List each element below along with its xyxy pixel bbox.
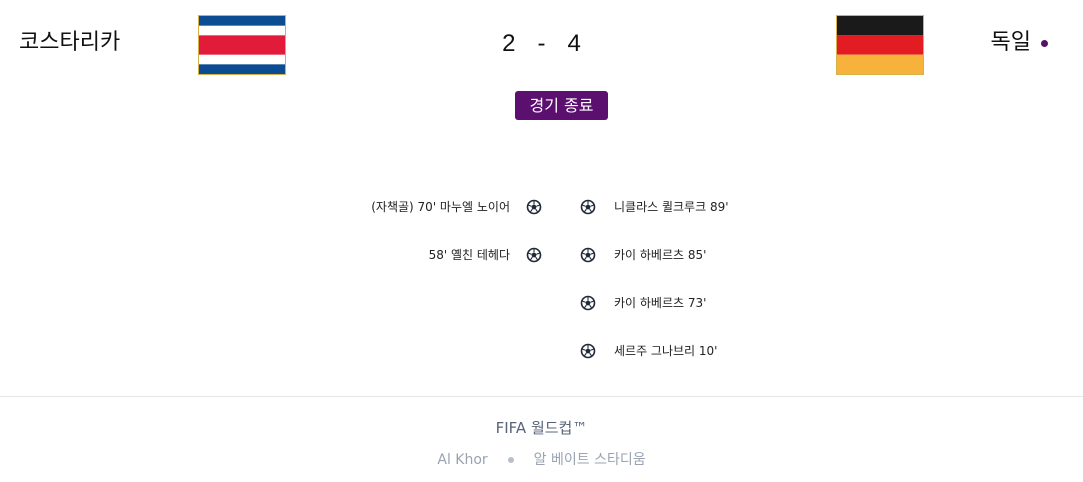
live-indicator-dot (1041, 40, 1048, 47)
match-status-badge: 경기 종료 (515, 91, 608, 120)
venue-info: Al Khor 알 베이트 스타디움 (0, 450, 1083, 470)
section-divider (0, 396, 1083, 397)
away-score: 4 (567, 30, 581, 57)
scorer-text: 58' 옐친 테헤다 (428, 248, 510, 262)
soccer-ball-icon (580, 295, 596, 311)
home-scorers-list: (자책골) 70' 마누엘 노이어 58' 옐친 테헤다 (371, 192, 542, 288)
scorer-text: 카이 하베르츠 85' (614, 248, 707, 262)
venue-stadium: 알 베이트 스타디움 (533, 452, 646, 468)
scorer-text: 카이 하베르츠 73' (614, 296, 707, 310)
scorer-text: (자책골) 70' 마누엘 노이어 (371, 200, 510, 214)
competition-name[interactable]: FIFA 월드컵™ (0, 417, 1083, 439)
away-scorers-list: 니클라스 퀼크루크 89' 카이 하베르츠 85' 카이 하베르츠 73' 세르… (580, 192, 729, 384)
soccer-ball-icon (526, 199, 542, 215)
soccer-ball-icon (580, 247, 596, 263)
away-scorer-row: 세르주 그나브리 10' (580, 336, 729, 384)
soccer-ball-icon (526, 247, 542, 263)
away-scorer-row: 카이 하베르츠 73' (580, 288, 729, 336)
venue-city: Al Khor (437, 452, 488, 468)
away-team-name[interactable]: 독일 (991, 28, 1031, 58)
away-scorer-row: 카이 하베르츠 85' (580, 240, 729, 288)
germany-flag (836, 15, 924, 75)
score-separator: - (537, 30, 546, 57)
away-scorer-row: 니클라스 퀼크루크 89' (580, 192, 729, 240)
scorer-text: 니클라스 퀼크루크 89' (614, 200, 729, 214)
home-score: 2 (502, 30, 516, 57)
scorer-text: 세르주 그나브리 10' (614, 344, 718, 358)
soccer-ball-icon (580, 343, 596, 359)
home-scorer-row: 58' 옐친 테헤다 (371, 240, 542, 288)
home-scorer-row: (자책골) 70' 마누엘 노이어 (371, 192, 542, 240)
soccer-ball-icon (580, 199, 596, 215)
venue-separator-dot (507, 457, 514, 463)
